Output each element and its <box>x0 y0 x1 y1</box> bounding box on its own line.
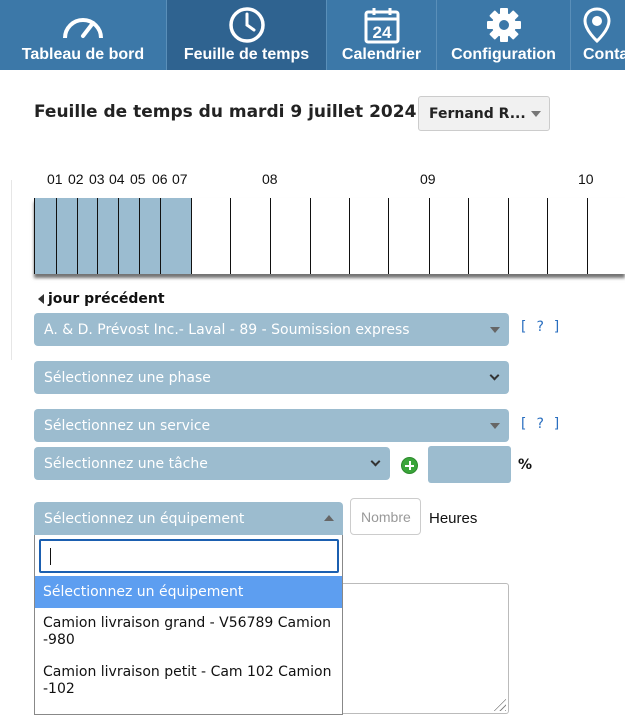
nav-contact[interactable]: Conta <box>571 0 625 70</box>
service-select[interactable]: Sélectionnez un service <box>34 409 509 442</box>
timeline-tick <box>547 198 548 274</box>
timeline-tick <box>160 198 161 274</box>
timeline-tick <box>139 198 140 274</box>
nav-label: Feuille de temps <box>183 46 310 63</box>
hour-label: 09 <box>420 171 436 187</box>
timeline-tick <box>587 198 588 274</box>
timeline-tick <box>508 198 509 274</box>
timeline-tick <box>97 198 98 274</box>
nav-label: Calendrier <box>341 46 422 63</box>
previous-day-link[interactable]: jour précédent <box>38 291 165 307</box>
hours-label: Heures <box>429 510 478 527</box>
project-select[interactable]: A. & D. Prévost Inc.- Laval - 89 - Soumi… <box>34 313 509 346</box>
calendar-day-number: 24 <box>372 23 391 42</box>
timeline-tick <box>77 198 78 274</box>
task-select-value: Sélectionnez une tâche <box>44 455 208 472</box>
clock-icon <box>227 6 267 44</box>
project-select-value: A. & D. Prévost Inc.- Laval - 89 - Soumi… <box>44 321 410 338</box>
text-cursor <box>50 548 51 565</box>
equipment-select-value: Sélectionnez un équipement <box>44 511 245 527</box>
hours-number-placeholder: Nombre <box>361 508 411 525</box>
nav-feuille-de-temps[interactable]: Feuille de temps <box>167 0 327 70</box>
nav-configuration[interactable]: Configuration <box>437 0 571 70</box>
resize-grip-icon[interactable] <box>492 697 506 711</box>
task-select[interactable]: Sélectionnez une tâche <box>34 447 390 480</box>
percent-label: % <box>518 457 533 473</box>
timeline-tick <box>191 198 192 274</box>
hour-label: 04 <box>109 171 125 187</box>
timeline-tick <box>230 198 231 274</box>
timeline-tick <box>310 198 311 274</box>
hours-number-input[interactable]: Nombre <box>350 498 421 535</box>
caret-down-icon <box>490 423 500 429</box>
timeline-tick <box>429 198 430 274</box>
nav-label: Tableau de bord <box>21 46 145 63</box>
hour-label: 06 <box>152 171 168 187</box>
equipment-select[interactable]: Sélectionnez un équipement <box>34 502 343 536</box>
timeline-tick <box>56 198 57 274</box>
timeline-tick <box>118 198 119 274</box>
add-task-button[interactable] <box>401 457 418 474</box>
caret-down-icon <box>490 327 500 333</box>
nav-label: Configuration <box>451 46 556 63</box>
user-select[interactable]: Fernand R... <box>418 96 550 131</box>
top-navigation: Tableau de bord Feuille de temps 24 Cale… <box>0 0 625 70</box>
chevron-down-icon <box>489 370 500 381</box>
timeline-track[interactable] <box>34 198 625 274</box>
calendar-icon: 24 <box>362 6 402 44</box>
service-help-link[interactable]: [ ? ] <box>519 416 561 432</box>
hour-label: 03 <box>89 171 105 187</box>
hour-label: 01 <box>47 171 63 187</box>
timeline-tick <box>388 198 389 274</box>
chevron-down-icon <box>370 456 381 467</box>
dropdown-option[interactable]: Sélectionnez un équipement <box>35 576 342 608</box>
notes-textarea[interactable] <box>340 583 509 714</box>
service-select-value: Sélectionnez un service <box>44 417 211 434</box>
timeline-tick <box>468 198 469 274</box>
phase-select-value: Sélectionnez une phase <box>44 369 211 386</box>
dropdown-option[interactable]: Camion livraison petit - Cam 102 Camion … <box>35 664 342 698</box>
timeline-filled-range <box>35 198 191 274</box>
nav-tableau-de-bord[interactable]: Tableau de bord <box>0 0 167 70</box>
project-help-link[interactable]: [ ? ] <box>519 319 561 335</box>
user-select-value: Fernand R... <box>429 105 526 122</box>
nav-label: Conta <box>583 46 625 63</box>
speedometer-icon <box>60 6 106 44</box>
nav-calendrier[interactable]: 24 Calendrier <box>327 0 437 70</box>
dropdown-search-input[interactable] <box>39 539 339 573</box>
previous-day-label: jour précédent <box>48 291 165 307</box>
hour-label: 05 <box>130 171 146 187</box>
triangle-left-icon <box>38 294 44 304</box>
equipment-dropdown: Sélectionnez un équipement Camion livrai… <box>34 535 343 715</box>
timeline-tick <box>349 198 350 274</box>
hour-label: 07 <box>172 171 188 187</box>
page-title: Feuille de temps du mardi 9 juillet 2024… <box>34 102 430 122</box>
dropdown-option[interactable]: Camion livraison grand - V56789 Camion -… <box>35 615 342 649</box>
hour-label: 08 <box>262 171 278 187</box>
percent-input[interactable] <box>428 446 511 483</box>
timeline-tick <box>270 198 271 274</box>
hour-label: 10 <box>578 171 594 187</box>
left-side-panel <box>0 180 12 360</box>
caret-down-icon <box>531 111 541 117</box>
caret-up-icon <box>324 515 334 521</box>
hour-label: 02 <box>68 171 84 187</box>
gear-icon <box>485 6 523 44</box>
timeline[interactable]: 01 02 03 04 05 06 07 08 09 10 <box>34 170 625 280</box>
phase-select[interactable]: Sélectionnez une phase <box>34 361 509 394</box>
location-pin-icon <box>583 6 611 44</box>
